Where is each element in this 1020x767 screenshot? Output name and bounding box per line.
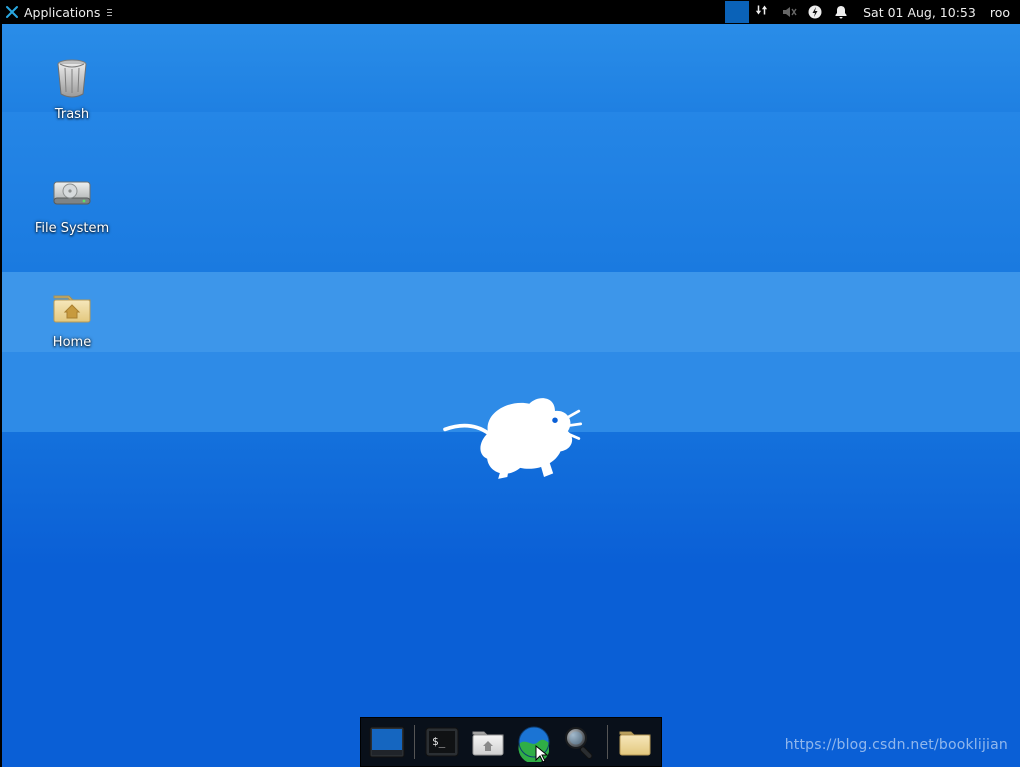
desktop-icon-label: Home: [53, 335, 91, 350]
network-icon[interactable]: [755, 4, 771, 20]
applications-menu-button[interactable]: Applications: [0, 0, 119, 24]
desktop-icons: Trash File System: [12, 54, 132, 350]
home-folder-icon: [48, 282, 96, 330]
dock-app-finder[interactable]: [558, 722, 602, 762]
applications-menu-label: Applications: [24, 5, 100, 20]
power-manager-icon[interactable]: [807, 4, 823, 20]
dock-home-folder[interactable]: [613, 722, 657, 762]
top-panel: Applications Sat 01 Aug, 10:53 roo: [0, 0, 1020, 24]
desktop[interactable]: Trash File System: [2, 24, 1020, 767]
menu-indicator-icon: [107, 9, 112, 16]
wallpaper-band: [2, 272, 1020, 352]
system-tray: Sat 01 Aug, 10:53 roo: [755, 0, 1020, 24]
volume-muted-icon[interactable]: [781, 4, 797, 20]
desktop-icon-home[interactable]: Home: [12, 282, 132, 350]
dock-show-desktop[interactable]: [365, 722, 409, 762]
xfce-menu-icon: [5, 5, 19, 19]
wallpaper-band: [2, 24, 1020, 112]
desktop-icon-label: Trash: [55, 107, 89, 122]
dock-file-manager[interactable]: [466, 722, 510, 762]
bottom-dock: $_: [360, 717, 662, 767]
dock-separator: [414, 725, 415, 759]
desktop-icon-trash[interactable]: Trash: [12, 54, 132, 122]
desktop-icon-label: File System: [35, 221, 109, 236]
xfce-mouse-logo: [436, 376, 586, 486]
workspace-indicator[interactable]: [725, 1, 749, 23]
desktop-icon-filesystem[interactable]: File System: [12, 168, 132, 236]
svg-text:$_: $_: [432, 735, 446, 748]
dock-separator: [607, 725, 608, 759]
wallpaper-band: [2, 112, 1020, 272]
dock-web-browser[interactable]: [512, 722, 556, 762]
notifications-icon[interactable]: [833, 4, 849, 20]
dock-terminal[interactable]: $_: [420, 722, 464, 762]
drive-icon: [48, 168, 96, 216]
watermark: https://blog.csdn.net/booklijian: [785, 737, 1008, 753]
user-label[interactable]: roo: [990, 5, 1014, 20]
clock[interactable]: Sat 01 Aug, 10:53: [859, 5, 980, 20]
trash-icon: [48, 54, 96, 102]
